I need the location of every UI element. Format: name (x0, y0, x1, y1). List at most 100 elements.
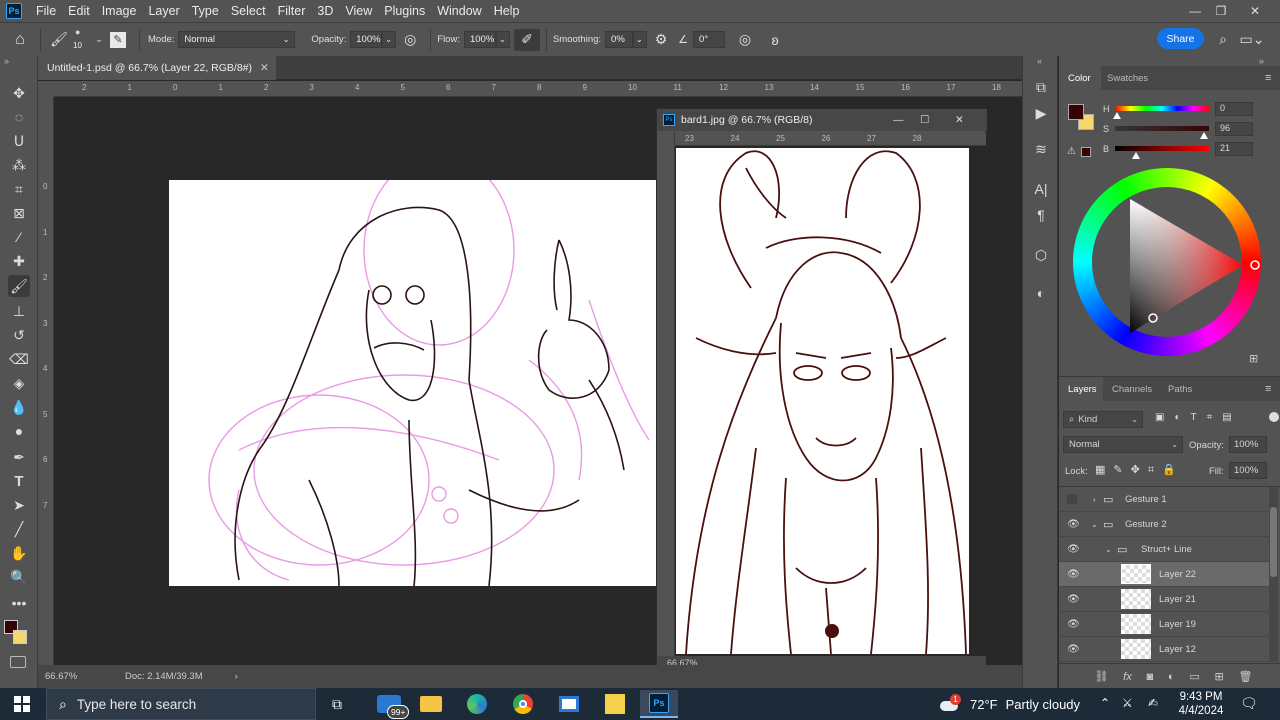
background-color-swatch[interactable] (13, 630, 27, 644)
flow-input[interactable]: 100% (463, 31, 496, 48)
color-triangle[interactable] (1073, 168, 1261, 356)
smoothing-input[interactable]: 0% (605, 31, 634, 48)
hue-input[interactable]: 0 (1215, 102, 1253, 116)
pen-tool-icon[interactable]: ✒ (8, 446, 30, 468)
sticky-notes-icon[interactable] (596, 690, 634, 718)
path-selection-tool-icon[interactable]: ➤ (8, 494, 30, 516)
chevron-down-icon[interactable]: ⌄ (1105, 545, 1112, 554)
tab-color[interactable]: Color (1068, 73, 1091, 84)
menu-type[interactable]: Type (186, 4, 225, 18)
canvas-document[interactable] (169, 154, 659, 587)
layer-filter-select[interactable]: ⌕ Kind ⌄ (1063, 411, 1143, 428)
reference-window[interactable]: Ps bard1.jpg @ 66.7% (RGB/8) — ☐ ✕ 23 24 2… (656, 108, 987, 670)
flow-dropdown[interactable]: ⌄ (495, 31, 510, 48)
layer-row-layer-12[interactable]: 👁 Layer 12 (1059, 637, 1269, 662)
eye-icon[interactable]: 👁 (1067, 519, 1080, 530)
3d-panel-icon[interactable]: ⬡ (1030, 244, 1052, 266)
eyedropper-tool-icon[interactable]: ⁄ (8, 226, 30, 248)
marquee-tool-icon[interactable]: ◌ (8, 106, 30, 128)
visibility-toggle-off[interactable] (1067, 494, 1077, 504)
brightness-slider-handle[interactable] (1132, 152, 1140, 159)
chevron-right-icon[interactable]: › (1093, 495, 1096, 504)
crop-tool-icon[interactable]: ⌗ (8, 178, 30, 200)
collapse-icon[interactable]: » (4, 56, 9, 66)
saturation-slider[interactable] (1115, 126, 1209, 131)
lasso-tool-icon[interactable]: ᑌ (8, 130, 30, 152)
more-tools-icon[interactable]: ••• (8, 592, 30, 614)
fx-icon[interactable]: fx (1123, 671, 1132, 683)
edge-browser-icon[interactable] (458, 690, 496, 718)
layer-opacity-input[interactable]: 100% (1229, 436, 1267, 453)
tab-swatches[interactable]: Swatches (1107, 73, 1148, 84)
menu-file[interactable]: File (30, 4, 62, 18)
chevron-right-icon[interactable]: › (235, 671, 238, 682)
maximize-icon[interactable]: ☐ (920, 114, 929, 126)
angle-input[interactable]: 0° (693, 31, 726, 48)
pressure-size-icon[interactable]: ◎ (725, 31, 765, 48)
eye-icon[interactable]: 👁 (1067, 644, 1080, 655)
eye-icon[interactable]: 👁 (1067, 594, 1080, 605)
layer-row-struct-line[interactable]: 👁 ⌄ ▭ Struct+ Line (1059, 537, 1269, 562)
tab-layers[interactable]: Layers (1068, 384, 1097, 395)
healing-brush-tool-icon[interactable]: ✚ (8, 250, 30, 272)
symmetry-icon[interactable]: ʚ (765, 32, 785, 48)
mode-select[interactable]: Normal ⌄ (178, 31, 296, 48)
line-tool-icon[interactable]: ╱ (8, 518, 30, 540)
store-app-icon[interactable] (550, 690, 588, 718)
workspace-icon[interactable]: ▭⌄ (1240, 30, 1265, 48)
adjustment-layer-icon[interactable]: ◐ (1168, 671, 1175, 683)
layer-filter-icons[interactable]: ▣◐T⌗▤ (1155, 412, 1242, 423)
close-icon[interactable]: ✕ (1240, 0, 1270, 22)
layer-row-layer-21[interactable]: 👁 Layer 21 (1059, 587, 1269, 612)
windows-start-icon[interactable] (4, 690, 40, 718)
menu-select[interactable]: Select (225, 4, 272, 18)
filter-toggle[interactable] (1269, 412, 1279, 422)
paragraph-panel-icon[interactable]: ¶ (1030, 204, 1052, 226)
photoshop-taskbar-icon[interactable]: Ps (640, 690, 678, 718)
opacity-input[interactable]: 100% (350, 31, 383, 48)
add-mask-icon[interactable]: ◙ (1146, 671, 1153, 683)
minimize-icon[interactable]: — (893, 114, 904, 126)
eraser-tool-icon[interactable]: ⌫ (8, 348, 30, 370)
new-group-icon[interactable]: ▭ (1189, 670, 1199, 683)
blend-mode-select[interactable]: Normal ⌄ (1063, 436, 1183, 453)
layer-row-layer-19[interactable]: 👁 Layer 19 (1059, 612, 1269, 637)
brush-settings-icon[interactable]: ✎ (105, 31, 131, 48)
task-view-icon[interactable]: ⧉ (318, 690, 356, 718)
chevron-down-icon[interactable]: ⌄ (1091, 520, 1098, 529)
brush-preset-icon[interactable]: 🖌 (49, 31, 69, 48)
add-icon[interactable]: ⊞ (1249, 352, 1258, 365)
layer-row-layer-22[interactable]: 👁 Layer 22 (1059, 562, 1269, 587)
history-panel-icon[interactable]: ⧉ (1030, 76, 1052, 98)
trash-icon[interactable]: 🗑 (1239, 670, 1253, 683)
brush-tool-icon[interactable]: 🖌 (8, 275, 30, 297)
menu-help[interactable]: Help (488, 4, 526, 18)
menu-image[interactable]: Image (96, 4, 143, 18)
mail-app-icon[interactable]: 99+ (370, 690, 410, 719)
frame-tool-icon[interactable]: ⊠ (8, 202, 30, 224)
panel-menu-icon[interactable]: ≡ (1265, 72, 1271, 84)
paint-bucket-tool-icon[interactable]: ◈ (8, 372, 30, 394)
zoom-tool-icon[interactable]: 🔍 (8, 566, 30, 588)
menu-plugins[interactable]: Plugins (378, 4, 431, 18)
lock-icons[interactable]: ▦✎✥⌗🔒 (1095, 463, 1184, 477)
share-button[interactable]: Share (1157, 28, 1204, 49)
opacity-dropdown[interactable]: ⌄ (382, 31, 397, 48)
new-layer-icon[interactable]: ⊞ (1215, 670, 1224, 683)
magic-wand-tool-icon[interactable]: ⁂ (8, 154, 30, 176)
zoom-level[interactable]: 66.67% (45, 671, 125, 682)
layers-scrollbar[interactable] (1269, 487, 1278, 662)
adjustments-panel-icon[interactable]: ◐ (1030, 282, 1052, 304)
gear-icon[interactable]: ⚙ (647, 31, 675, 48)
scrollbar-thumb[interactable] (1270, 507, 1277, 577)
reference-window-titlebar[interactable]: Ps bard1.jpg @ 66.7% (RGB/8) — ☐ ✕ (657, 109, 987, 131)
eye-icon[interactable]: 👁 (1067, 569, 1080, 580)
fill-input[interactable]: 100% (1229, 462, 1267, 479)
blur-tool-icon[interactable]: 💧 (8, 396, 30, 418)
tab-channels[interactable]: Channels (1112, 384, 1152, 395)
quick-mask-icon[interactable] (10, 656, 26, 668)
eye-icon[interactable]: 👁 (1067, 619, 1080, 630)
menu-layer[interactable]: Layer (142, 4, 185, 18)
eye-icon[interactable]: 👁 (1067, 544, 1080, 555)
link-layers-icon[interactable]: ⛓ (1094, 670, 1108, 683)
